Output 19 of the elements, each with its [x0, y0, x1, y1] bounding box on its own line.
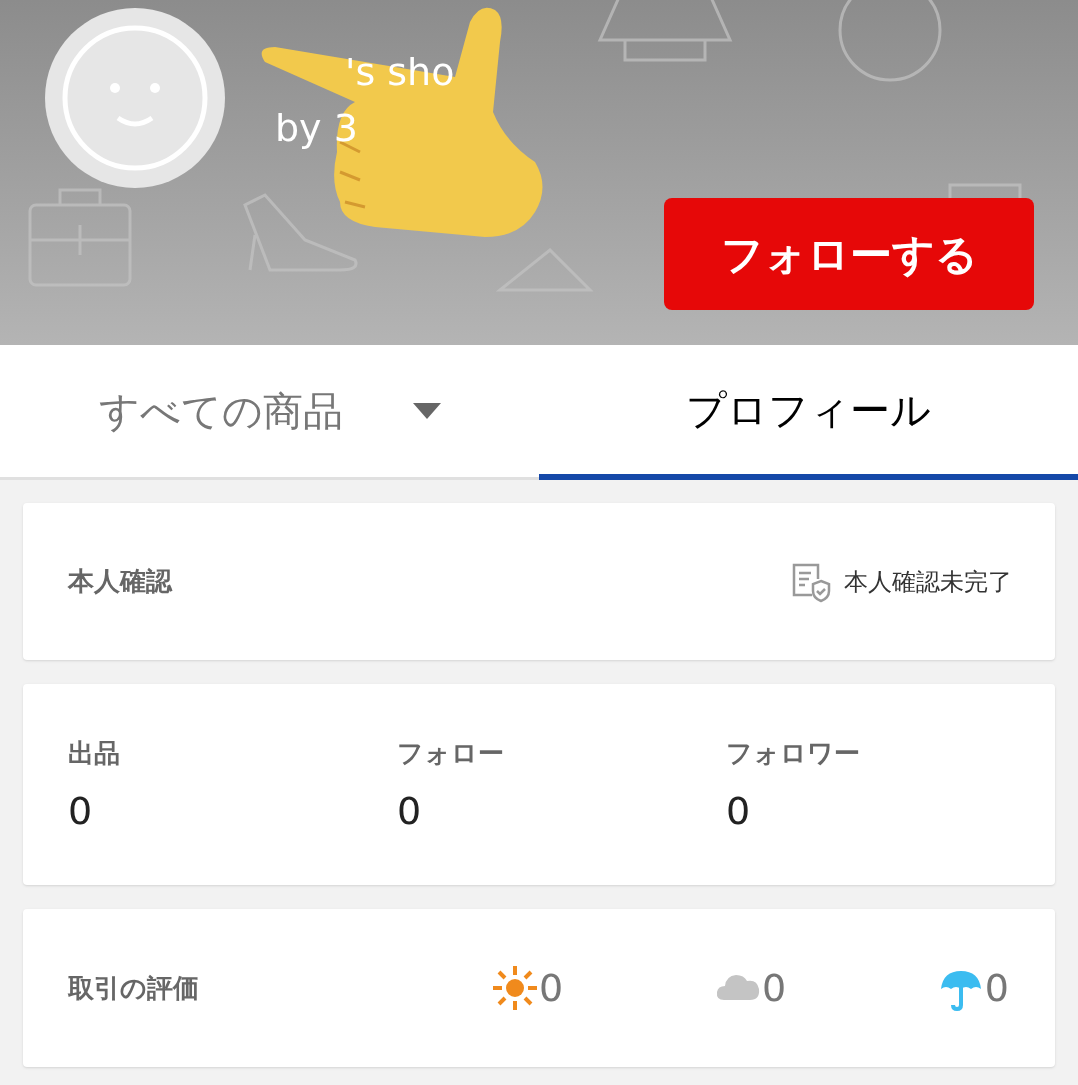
owner-name: by 3 [275, 105, 359, 152]
stat-value: 0 [68, 788, 93, 835]
sun-icon [493, 966, 537, 1010]
tab[interactable]: すべての商品 [0, 345, 539, 480]
rating-count: 0 [539, 964, 564, 1012]
follow-button[interactable]: フォローする [664, 198, 1034, 310]
stat-label: フォロー [397, 737, 504, 770]
stat-label: フォロワー [726, 737, 860, 770]
rating-count: 0 [761, 964, 787, 1012]
smiley-icon [60, 23, 210, 173]
rating-count: 0 [984, 964, 1009, 1012]
identity-label: 本人確認 [68, 565, 172, 598]
rating-label: 取引の評価 [68, 971, 200, 1005]
identity-status: 本人確認未完了 [844, 566, 1012, 598]
stat-value: 0 [397, 788, 422, 835]
stat-value: 0 [726, 788, 751, 835]
stat-label: 出品 [68, 737, 120, 770]
shop-name: 's sho [345, 49, 455, 96]
tab[interactable]: プロフィール [539, 345, 1078, 480]
